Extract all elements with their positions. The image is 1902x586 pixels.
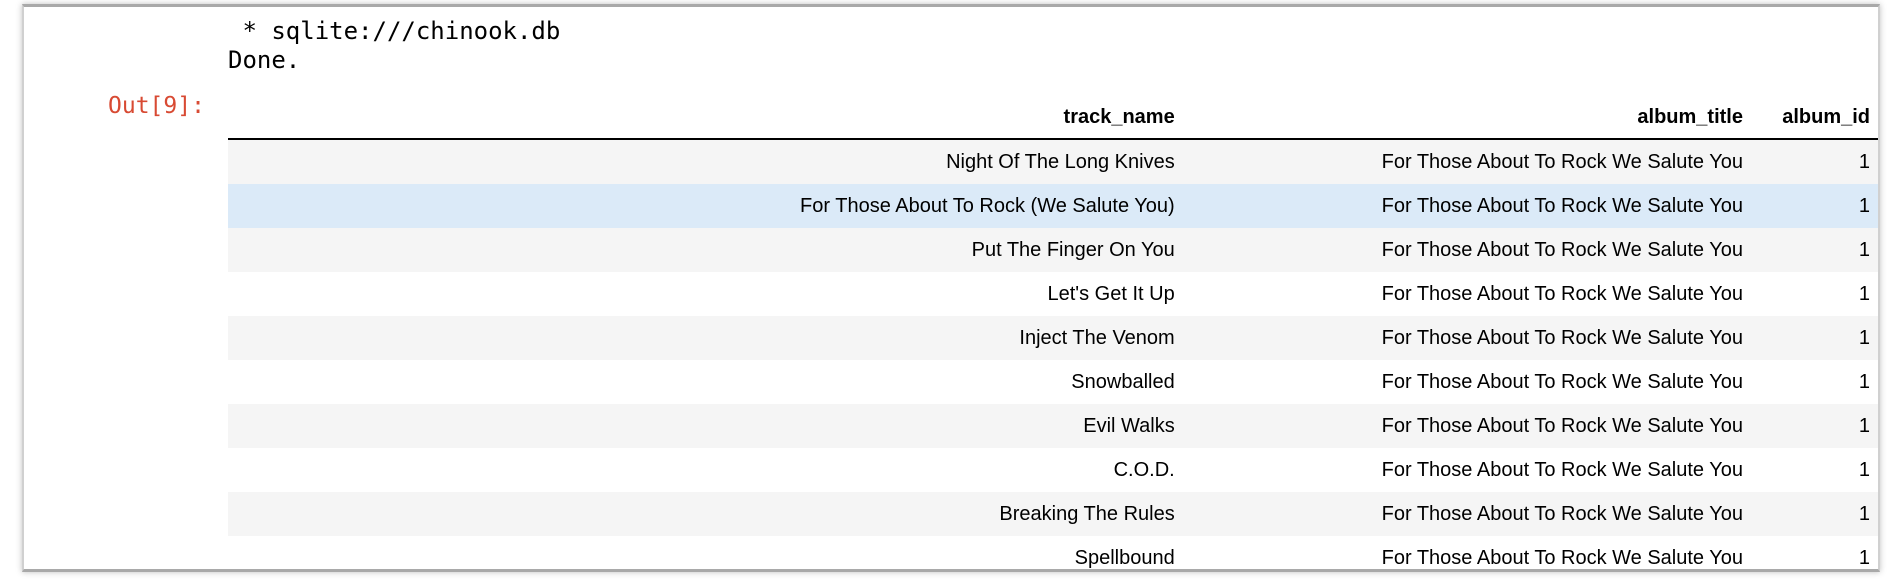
table-row: Put The Finger On You For Those About To… xyxy=(228,228,1878,272)
cell-track-name: Night Of The Long Knives xyxy=(228,139,1185,184)
cell-album-title: For Those About To Rock We Salute You xyxy=(1184,448,1753,492)
cell-track-name: C.O.D. xyxy=(228,448,1185,492)
cell-album-title: For Those About To Rock We Salute You xyxy=(1184,492,1753,536)
cell-album-id: 1 xyxy=(1752,536,1878,569)
cell-album-id: 1 xyxy=(1752,139,1878,184)
table-row: Night Of The Long Knives For Those About… xyxy=(228,139,1878,184)
cell-album-id: 1 xyxy=(1752,228,1878,272)
notebook-output-cell: * sqlite:///chinook.db Done. Out[9]: tra… xyxy=(22,4,1880,572)
cell-track-name: Breaking The Rules xyxy=(228,492,1185,536)
cell-track-name: Put The Finger On You xyxy=(228,228,1185,272)
column-header-album-title: album_title xyxy=(1184,96,1753,140)
cell-track-name: For Those About To Rock (We Salute You) xyxy=(228,184,1185,228)
table-row: Evil Walks For Those About To Rock We Sa… xyxy=(228,404,1878,448)
column-header-track-name: track_name xyxy=(228,96,1185,140)
cell-track-name: Let's Get It Up xyxy=(228,272,1185,316)
cell-track-name: Evil Walks xyxy=(228,404,1185,448)
status-line: Done. xyxy=(228,46,301,74)
cell-album-id: 1 xyxy=(1752,404,1878,448)
connection-line: * sqlite:///chinook.db xyxy=(228,17,561,45)
table-row: Let's Get It Up For Those About To Rock … xyxy=(228,272,1878,316)
cell-album-title: For Those About To Rock We Salute You xyxy=(1184,404,1753,448)
cell-album-id: 1 xyxy=(1752,316,1878,360)
cell-album-id: 1 xyxy=(1752,360,1878,404)
table-row: Spellbound For Those About To Rock We Sa… xyxy=(228,536,1878,569)
table-row: Snowballed For Those About To Rock We Sa… xyxy=(228,360,1878,404)
cell-track-name: Spellbound xyxy=(228,536,1185,569)
table-row: Inject The Venom For Those About To Rock… xyxy=(228,316,1878,360)
cell-album-title: For Those About To Rock We Salute You xyxy=(1184,272,1753,316)
cell-album-title: For Those About To Rock We Salute You xyxy=(1184,228,1753,272)
table-row: C.O.D. For Those About To Rock We Salute… xyxy=(228,448,1878,492)
output-prompt: Out[9]: xyxy=(108,93,205,119)
cell-track-name: Snowballed xyxy=(228,360,1185,404)
cell-album-id: 1 xyxy=(1752,184,1878,228)
cell-album-id: 1 xyxy=(1752,448,1878,492)
cell-album-title: For Those About To Rock We Salute You xyxy=(1184,536,1753,569)
cell-album-title: For Those About To Rock We Salute You xyxy=(1184,184,1753,228)
cell-album-title: For Those About To Rock We Salute You xyxy=(1184,360,1753,404)
table-header-row: track_name album_title album_id xyxy=(228,96,1878,140)
column-header-album-id: album_id xyxy=(1752,96,1878,140)
cell-album-id: 1 xyxy=(1752,272,1878,316)
table-row: For Those About To Rock (We Salute You) … xyxy=(228,184,1878,228)
results-table: track_name album_title album_id Night Of… xyxy=(228,96,1878,569)
cell-album-id: 1 xyxy=(1752,492,1878,536)
cell-track-name: Inject The Venom xyxy=(228,316,1185,360)
table-row: Breaking The Rules For Those About To Ro… xyxy=(228,492,1878,536)
cell-album-title: For Those About To Rock We Salute You xyxy=(1184,139,1753,184)
stdout-text: * sqlite:///chinook.db Done. xyxy=(228,17,560,75)
cell-album-title: For Those About To Rock We Salute You xyxy=(1184,316,1753,360)
